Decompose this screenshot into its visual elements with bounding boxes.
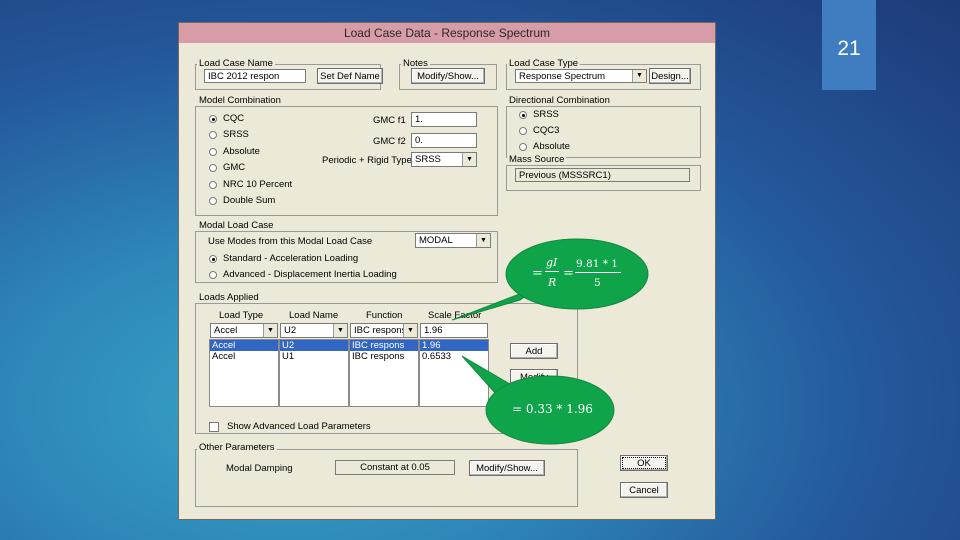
- fraction-bar: [575, 272, 621, 273]
- fraction-bar: [545, 271, 559, 272]
- formula-bottom: = 0.33 * 1.96: [512, 402, 593, 416]
- formula-top-equals: =: [563, 266, 574, 281]
- formula-top-prefix: =: [532, 266, 543, 281]
- formula-top-denominator: R: [548, 276, 557, 289]
- annotation-bubbles: [451, 238, 649, 445]
- formula-top-numerator: gI: [546, 256, 558, 269]
- formula-top-den2: 5: [594, 277, 601, 289]
- formula-top-num2: 9.81 * 1: [576, 258, 618, 270]
- callout-bubble-top: [505, 238, 649, 310]
